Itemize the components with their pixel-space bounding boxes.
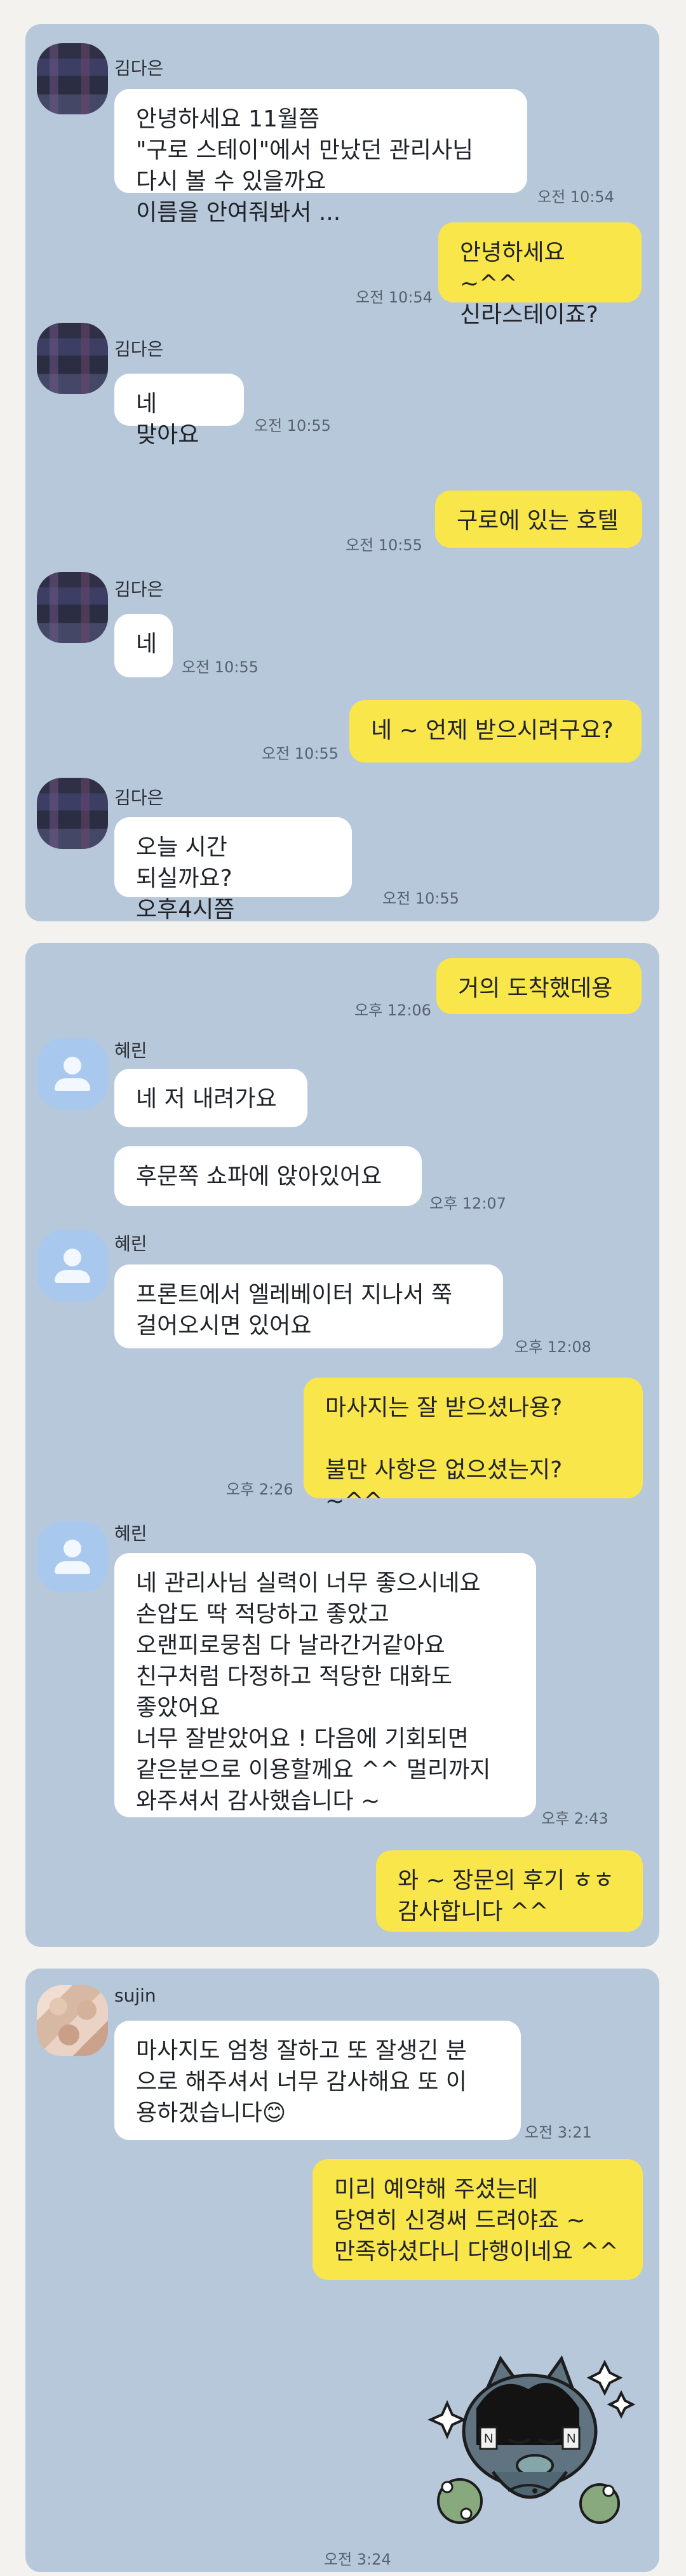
chat-panel-3: sujin 마사지도 엄청 잘하고 또 잘생긴 분 으로 해주셔서 너무 감사해…	[25, 1969, 659, 2572]
user-icon-head	[64, 1540, 81, 1557]
incoming-message[interactable]: 프론트에서 엘레베이터 지나서 쭉 걸어오시면 있어요	[114, 1264, 503, 1348]
message-time: 오후 12:07	[429, 1195, 506, 1212]
message-time: 오전 10:55	[262, 745, 339, 763]
user-icon-body	[55, 1561, 90, 1574]
outgoing-message[interactable]: 안녕하세요 ~^^ 신라스테이죠?	[438, 222, 642, 328]
chat-panel-1: 김다은 안녕하세요 11월쯤 "구로 스테이"에서 만났던 관리사님 다시 볼 …	[25, 24, 659, 921]
outgoing-message[interactable]: 거의 도착했데용	[436, 958, 642, 1014]
sender-name: 혜린	[114, 1523, 147, 1544]
profile-avatar	[37, 572, 108, 643]
message-time: 오전 10:55	[382, 890, 459, 907]
user-icon-body	[55, 1078, 90, 1091]
message-time: 오후 2:26	[226, 1481, 293, 1498]
user-icon-head	[64, 1249, 81, 1266]
profile-avatar	[37, 778, 108, 849]
message-time: 오전 3:21	[525, 2124, 592, 2141]
incoming-message[interactable]: 오늘 시간 되실까요? 오후4시쯤	[114, 817, 352, 921]
sender-name: 혜린	[114, 1233, 147, 1254]
chat-panel-2: 거의 도착했데용 오후 12:06 혜린 네 저 내려가요 후문쪽 쇼파에 앉아…	[25, 943, 659, 1947]
message-time: 오후 12:06	[354, 1001, 431, 1019]
message-time: 오후 12:08	[514, 1338, 591, 1356]
sender-name: 김다은	[114, 339, 164, 360]
outgoing-message[interactable]: 구로에 있는 호텔	[435, 491, 642, 548]
profile-avatar	[37, 1230, 108, 1301]
outgoing-message[interactable]: 와 ~ 장문의 후기 ㅎㅎ 감사합니다 ^^	[376, 1850, 643, 1932]
incoming-message[interactable]: 네 관리사님 실력이 너무 좋으시네요 손압도 딱 적당하고 좋았고 오랜피로뭉…	[114, 1553, 536, 1817]
profile-avatar	[37, 323, 108, 394]
message-time: 오전 10:54	[537, 188, 614, 206]
incoming-message[interactable]: 네	[114, 614, 173, 677]
message-time: 오전 3:24	[324, 2551, 391, 2568]
message-time: 오전 10:54	[356, 288, 433, 306]
sender-name: 김다은	[114, 58, 164, 79]
incoming-message[interactable]: 네 저 내려가요	[114, 1069, 307, 1127]
sender-name: 혜린	[114, 1040, 147, 1061]
svg-text:N: N	[484, 2432, 493, 2446]
user-icon-head	[64, 1057, 81, 1074]
cat-sticker: N N	[427, 2355, 636, 2524]
message-time: 오전 10:55	[346, 536, 422, 554]
message-time: 오후 2:43	[541, 1810, 609, 1827]
message-time: 오전 10:55	[182, 658, 259, 676]
user-icon-body	[55, 1270, 90, 1283]
svg-text:N: N	[567, 2432, 575, 2446]
incoming-message[interactable]: 마사지도 엄청 잘하고 또 잘생긴 분 으로 해주셔서 너무 감사해요 또 이 …	[114, 2021, 521, 2140]
incoming-message[interactable]: 후문쪽 쇼파에 앉아있어요	[114, 1146, 422, 1206]
profile-avatar	[37, 1521, 108, 1592]
sender-name: 김다은	[114, 579, 164, 600]
sender-name: sujin	[114, 1985, 156, 2006]
message-time: 오전 10:55	[254, 417, 331, 435]
outgoing-message[interactable]: 마사지는 잘 받으셨나용? 불만 사항은 없으셨는지? ~^^	[304, 1378, 643, 1514]
profile-avatar	[37, 43, 108, 114]
profile-avatar	[37, 1038, 108, 1109]
outgoing-message[interactable]: 미리 예약해 주셨는데 당연히 신경써 드려야죠 ~ 만족하셨다니 다행이네요 …	[313, 2159, 643, 2280]
incoming-message[interactable]: 네 맞아요	[114, 374, 244, 448]
outgoing-message[interactable]: 네 ~ 언제 받으시려구요?	[349, 700, 642, 763]
profile-avatar	[37, 1985, 108, 2056]
incoming-message[interactable]: 안녕하세요 11월쯤 "구로 스테이"에서 만났던 관리사님 다시 볼 수 있을…	[114, 89, 527, 226]
sender-name: 김다은	[114, 787, 164, 808]
